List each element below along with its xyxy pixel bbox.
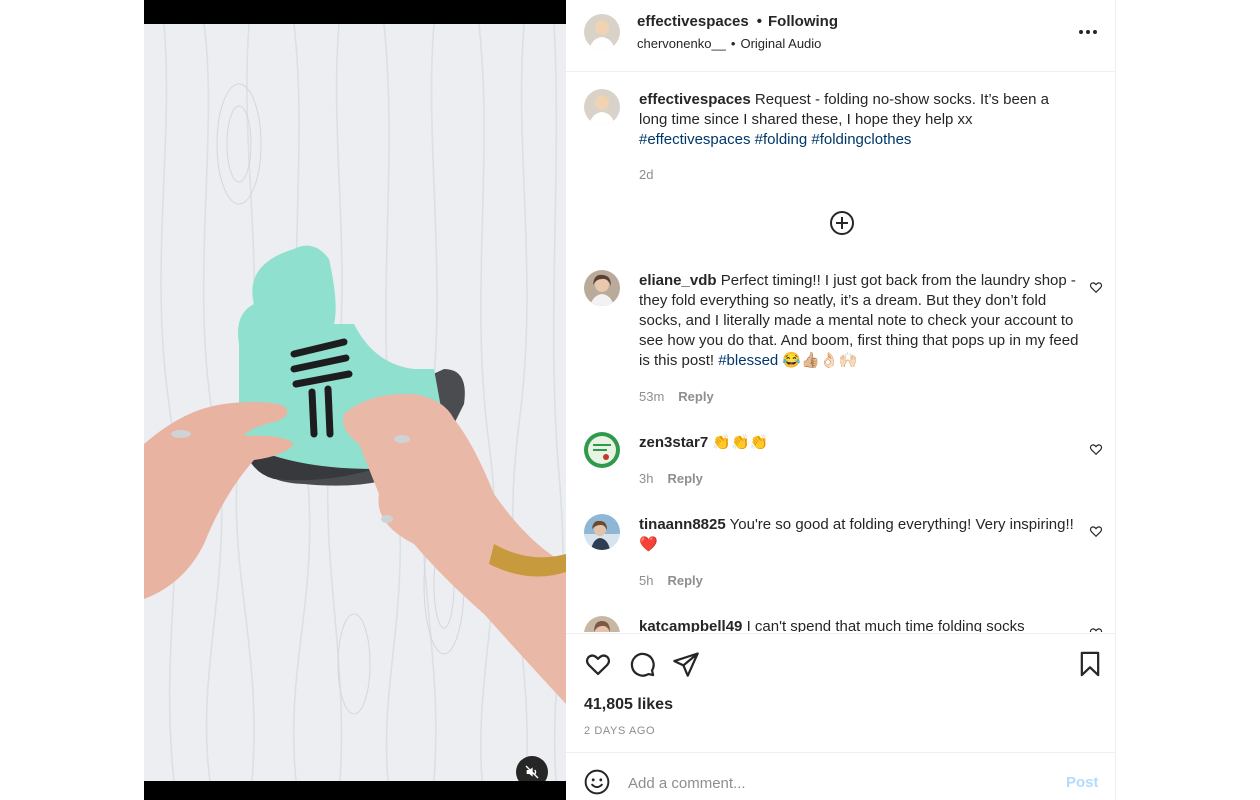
like-comment-heart-icon[interactable]: [1089, 626, 1103, 632]
separator-dot: •: [730, 36, 736, 51]
comment-username[interactable]: eliane_vdb: [639, 272, 717, 289]
caption-username[interactable]: effectivespaces: [639, 91, 751, 108]
comment-username[interactable]: katcampbell49: [639, 618, 742, 632]
like-comment-heart-icon[interactable]: [1089, 524, 1103, 538]
comment-body: I can't spend that much time folding soc…: [746, 618, 1025, 632]
video-frame: [144, 24, 566, 781]
like-comment-heart-icon[interactable]: [1089, 442, 1103, 456]
comment-composer: Post: [566, 754, 1116, 800]
post-details-panel: effectivespaces • Following chervonenko_…: [566, 0, 1116, 800]
comments-list[interactable]: effectivespaces Request - folding no-sho…: [566, 72, 1116, 632]
following-button[interactable]: Following: [768, 13, 838, 30]
comment-time[interactable]: 5h: [639, 573, 653, 588]
audio-author[interactable]: chervonenko__: [637, 36, 726, 51]
load-more-comments-icon[interactable]: [828, 209, 856, 237]
comment-meta: 53m Reply: [639, 389, 714, 404]
caption-avatar[interactable]: [584, 89, 620, 125]
video-player[interactable]: [144, 24, 566, 781]
emoji-icon[interactable]: [584, 769, 610, 795]
post-date[interactable]: 2 DAYS AGO: [584, 725, 655, 737]
caption-meta: 2d: [639, 167, 653, 182]
audio-label[interactable]: Original Audio: [740, 36, 821, 51]
comment-icon[interactable]: [628, 650, 656, 678]
comment-body: 👏👏👏: [712, 434, 769, 451]
mute-button[interactable]: [516, 756, 548, 781]
comment-text: katcampbell49 I can't spend that much ti…: [639, 617, 1079, 632]
caption-text: effectivespaces Request - folding no-sho…: [639, 90, 1079, 150]
heart-icon[interactable]: [584, 650, 612, 678]
more-icon: [1079, 30, 1097, 34]
post-actions: 41,805 likes 2 DAYS AGO: [566, 633, 1116, 753]
commenter-avatar[interactable]: [584, 616, 620, 632]
commenter-avatar[interactable]: [584, 514, 620, 550]
comment-meta: 5h Reply: [639, 573, 703, 588]
like-comment-heart-icon[interactable]: [1089, 280, 1103, 294]
comment-username[interactable]: tinaann8825: [639, 516, 726, 533]
post-header: effectivespaces • Following chervonenko_…: [566, 0, 1116, 72]
more-options-button[interactable]: [1076, 22, 1100, 42]
comment-text: eliane_vdb Perfect timing!! I just got b…: [639, 271, 1079, 371]
hashtag-link[interactable]: #effectivespaces: [639, 131, 750, 148]
hashtag-link[interactable]: #foldingclothes: [811, 131, 911, 148]
share-icon[interactable]: [672, 650, 700, 678]
post-comment-button[interactable]: Post: [1066, 774, 1099, 791]
comment-text: zen3star7 👏👏👏: [639, 433, 1079, 453]
caption-time[interactable]: 2d: [639, 167, 653, 182]
audio-line: chervonenko__ • Original Audio: [637, 36, 821, 51]
comment-username[interactable]: zen3star7: [639, 434, 708, 451]
comment-time[interactable]: 3h: [639, 471, 653, 486]
comment-meta: 3h Reply: [639, 471, 703, 486]
reply-button[interactable]: Reply: [678, 389, 713, 404]
separator-dot: •: [756, 13, 763, 30]
reply-button[interactable]: Reply: [667, 471, 702, 486]
author-username[interactable]: effectivespaces: [637, 13, 749, 30]
author-avatar[interactable]: [584, 14, 620, 50]
hashtag-link[interactable]: #blessed: [718, 352, 778, 369]
mute-icon: [525, 765, 539, 779]
comment-time[interactable]: 53m: [639, 389, 664, 404]
header-user-line: effectivespaces • Following: [637, 13, 838, 30]
hashtag-link[interactable]: #folding: [755, 131, 808, 148]
commenter-avatar[interactable]: [584, 432, 620, 468]
post-media[interactable]: [144, 0, 566, 800]
commenter-avatar[interactable]: [584, 270, 620, 306]
comment-emoji: 😂👍🏼👌🏻🙌🏻: [782, 352, 858, 369]
likes-count[interactable]: 41,805 likes: [584, 696, 673, 714]
save-icon[interactable]: [1076, 650, 1104, 678]
comment-input[interactable]: [628, 771, 1048, 795]
comment-text: tinaann8825 You're so good at folding ev…: [639, 515, 1079, 555]
reply-button[interactable]: Reply: [667, 573, 702, 588]
